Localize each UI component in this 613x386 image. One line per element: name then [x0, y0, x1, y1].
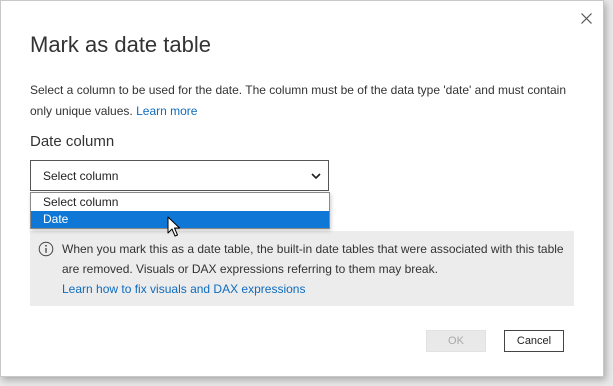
ok-button[interactable]: OK	[426, 330, 486, 352]
date-column-select[interactable]: Select column	[30, 160, 329, 191]
cancel-button[interactable]: Cancel	[504, 330, 564, 352]
close-icon	[580, 12, 592, 24]
info-text: When you mark this as a date table, the …	[62, 242, 564, 276]
description-text: Select a column to be used for the date.…	[30, 83, 567, 118]
date-column-selected-value: Select column	[43, 168, 119, 183]
date-column-label: Date column	[30, 133, 115, 150]
info-panel: When you mark this as a date table, the …	[30, 231, 574, 306]
close-button[interactable]	[575, 7, 597, 29]
dialog-title: Mark as date table	[30, 32, 211, 57]
mouse-cursor-icon	[167, 216, 180, 237]
mark-as-date-table-dialog: Mark as date table Select a column to be…	[0, 0, 604, 377]
fix-visuals-link[interactable]: Learn how to fix visuals and DAX express…	[62, 279, 305, 299]
dialog-description: Select a column to be used for the date.…	[30, 80, 578, 122]
chevron-down-icon	[311, 173, 321, 180]
learn-more-link[interactable]: Learn more	[136, 104, 197, 118]
info-icon	[38, 241, 54, 257]
dropdown-option-select-column[interactable]: Select column	[31, 194, 329, 211]
